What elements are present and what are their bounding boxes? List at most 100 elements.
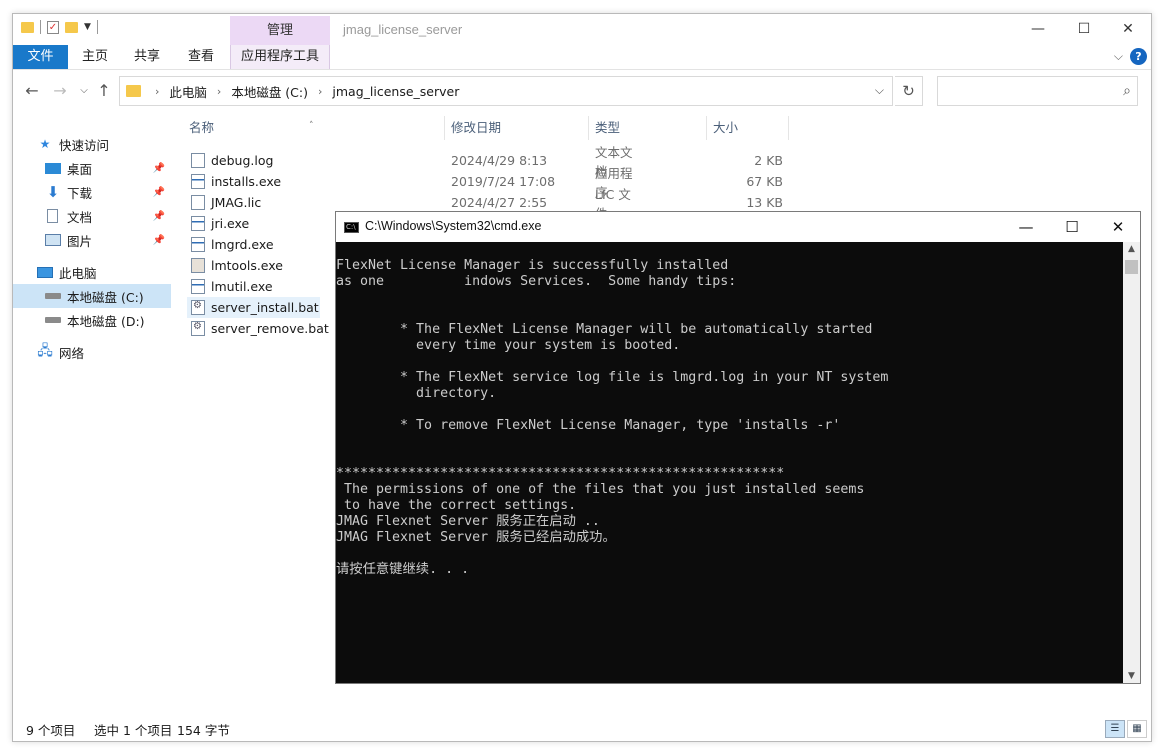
sidebar-item-downloads[interactable]: ⬇ 下载 📌 [13,180,171,204]
file-name: installs.exe [211,174,282,189]
refresh-icon[interactable]: ↻ [895,76,923,106]
tab-home[interactable]: 主页 [75,45,115,69]
maximize-button[interactable]: ☐ [1061,14,1107,44]
console-output[interactable]: FlexNet License Manager is successfully … [336,242,1124,683]
file-name: server_install.bat [211,300,319,315]
tab-app-tools[interactable]: 应用程序工具 [230,45,330,69]
help-icon[interactable]: ? [1130,48,1147,65]
sidebar-item-label: 此电脑 [59,265,97,281]
properties-icon[interactable]: ✓ [47,20,59,34]
download-icon: ⬇ [46,183,60,201]
minimize-button[interactable]: — [1015,14,1061,44]
file-row[interactable]: installs.exe 2019/7/24 17:08 应用程序 67 KB [187,166,783,200]
sidebar-item-documents[interactable]: 文档 📌 [13,204,171,228]
file-date: 2024/4/27 2:55 [451,195,548,210]
file-name: lmtools.exe [211,258,283,273]
ribbon-expand-icon[interactable]: ⌵ [1114,49,1123,64]
sidebar-item-desktop[interactable]: 桌面 📌 [13,156,171,180]
scroll-up-icon[interactable]: ▲ [1123,244,1140,254]
cmd-window: C:\ C:\Windows\System32\cmd.exe — ☐ ✕ Fl… [335,211,1141,684]
sidebar-item-drive-c[interactable]: 本地磁盘 (C:) [13,284,171,308]
file-name: server_remove.bat [211,321,329,336]
sidebar-item-label: 快速访问 [59,137,110,153]
network-icon: 🖧 [37,343,53,359]
sidebar-item-label: 本地磁盘 (D:) [67,313,145,329]
tab-view[interactable]: 查看 [181,45,221,69]
lic-file-icon [191,195,205,210]
file-size: 2 KB [754,153,783,168]
sidebar-item-drive-d[interactable]: 本地磁盘 (D:) [13,308,171,332]
breadcrumb-current-folder[interactable]: jmag_license_server [332,84,459,99]
column-header-date[interactable]: 修改日期 [445,116,589,140]
forward-arrow-icon[interactable]: → [49,80,71,102]
console-scrollbar[interactable]: ▲ ▼ [1123,242,1140,683]
status-bar: 9 个项目 选中 1 个项目 154 字节 ☰ ▦ [13,715,1151,741]
ribbon-tabs: 文件 主页 共享 查看 应用程序工具 ⌵ ? [13,45,1151,70]
application-icon [191,279,205,294]
search-input[interactable]: ⌕ [937,76,1138,106]
file-name: jri.exe [211,216,250,231]
file-name: lmgrd.exe [211,237,274,252]
back-arrow-icon[interactable]: ← [21,80,43,102]
folder-icon [126,85,141,97]
column-header-type[interactable]: 类型 [589,116,707,140]
maximize-button[interactable]: ☐ [1049,212,1095,242]
cmd-icon: C:\ [344,222,359,233]
sidebar-item-quick-access[interactable]: ★ 快速访问 [13,132,171,156]
qat-separator [40,20,41,34]
pin-icon[interactable]: 📌 [153,235,165,246]
search-icon[interactable]: ⌕ [1123,83,1131,99]
sort-ascending-icon: ˄ [309,121,314,131]
chevron-right-icon[interactable]: › [318,85,322,98]
explorer-titlebar: ✓ ▼ 管理 jmag_license_server — ☐ ✕ [13,14,1151,45]
pin-icon[interactable]: 📌 [153,187,165,198]
address-bar[interactable]: › 此电脑 › 本地磁盘 (C:) › jmag_license_server … [119,76,893,106]
file-row[interactable]: debug.log 2024/4/29 8:13 文本文档 2 KB [187,145,783,179]
column-header-size[interactable]: 大小 [707,116,789,140]
tab-share[interactable]: 共享 [127,45,167,69]
recent-locations-icon[interactable]: ⌵ [73,80,95,102]
file-date: 2019/7/24 17:08 [451,174,556,189]
details-view-icon[interactable]: ☰ [1105,720,1125,738]
close-button[interactable]: ✕ [1105,14,1151,44]
pin-icon[interactable]: 📌 [153,163,165,174]
quick-access-toolbar: ✓ ▼ [21,20,98,34]
drive-icon [45,317,61,323]
up-arrow-icon[interactable]: ↑ [93,80,115,102]
cmd-window-title: C:\Windows\System32\cmd.exe [365,219,542,233]
folder-icon [21,21,34,33]
chevron-right-icon[interactable]: › [217,85,221,98]
tab-file[interactable]: 文件 [13,45,68,69]
column-header-name[interactable]: 名称 ˄ [183,116,445,140]
application-icon [191,216,205,231]
large-icons-view-icon[interactable]: ▦ [1127,720,1147,738]
file-size: 13 KB [746,195,783,210]
address-dropdown-icon[interactable]: ⌵ [875,83,884,98]
chevron-right-icon[interactable]: › [155,85,159,98]
sidebar-item-label: 网络 [59,345,85,361]
file-row-selected[interactable]: server_install.bat [187,297,320,318]
minimize-button[interactable]: — [1003,212,1049,242]
sidebar-item-pictures[interactable]: 图片 📌 [13,228,171,252]
scroll-down-icon[interactable]: ▼ [1123,671,1140,681]
sidebar-item-label: 图片 [67,233,93,249]
file-row[interactable]: JMAG.lic 2024/4/27 2:55 LIC 文件 13 KB [187,187,783,221]
file-name: lmutil.exe [211,279,273,294]
application-icon [191,174,205,189]
picture-icon [45,234,61,246]
breadcrumb-drive-c[interactable]: 本地磁盘 (C:) [231,82,308,101]
tab-manage[interactable]: 管理 [230,16,330,45]
sidebar-item-this-pc[interactable]: 此电脑 [13,260,171,284]
pin-icon[interactable]: 📌 [153,211,165,222]
sidebar-item-network[interactable]: 🖧 网络 [13,340,171,364]
navigation-pane: ★ 快速访问 桌面 📌 ⬇ 下载 📌 文档 📌 图片 📌 此电脑 本地磁盘 (C… [13,110,171,710]
drive-icon [45,293,61,299]
new-folder-icon[interactable] [65,21,78,33]
scroll-thumb[interactable] [1125,260,1138,274]
breadcrumb-this-pc[interactable]: 此电脑 [169,82,207,101]
close-button[interactable]: ✕ [1095,212,1141,242]
qat-customize-icon[interactable]: ▼ [84,22,91,32]
star-icon: ★ [39,137,51,151]
qat-separator [96,20,98,34]
cmd-titlebar: C:\ C:\Windows\System32\cmd.exe — ☐ ✕ [336,212,1140,242]
